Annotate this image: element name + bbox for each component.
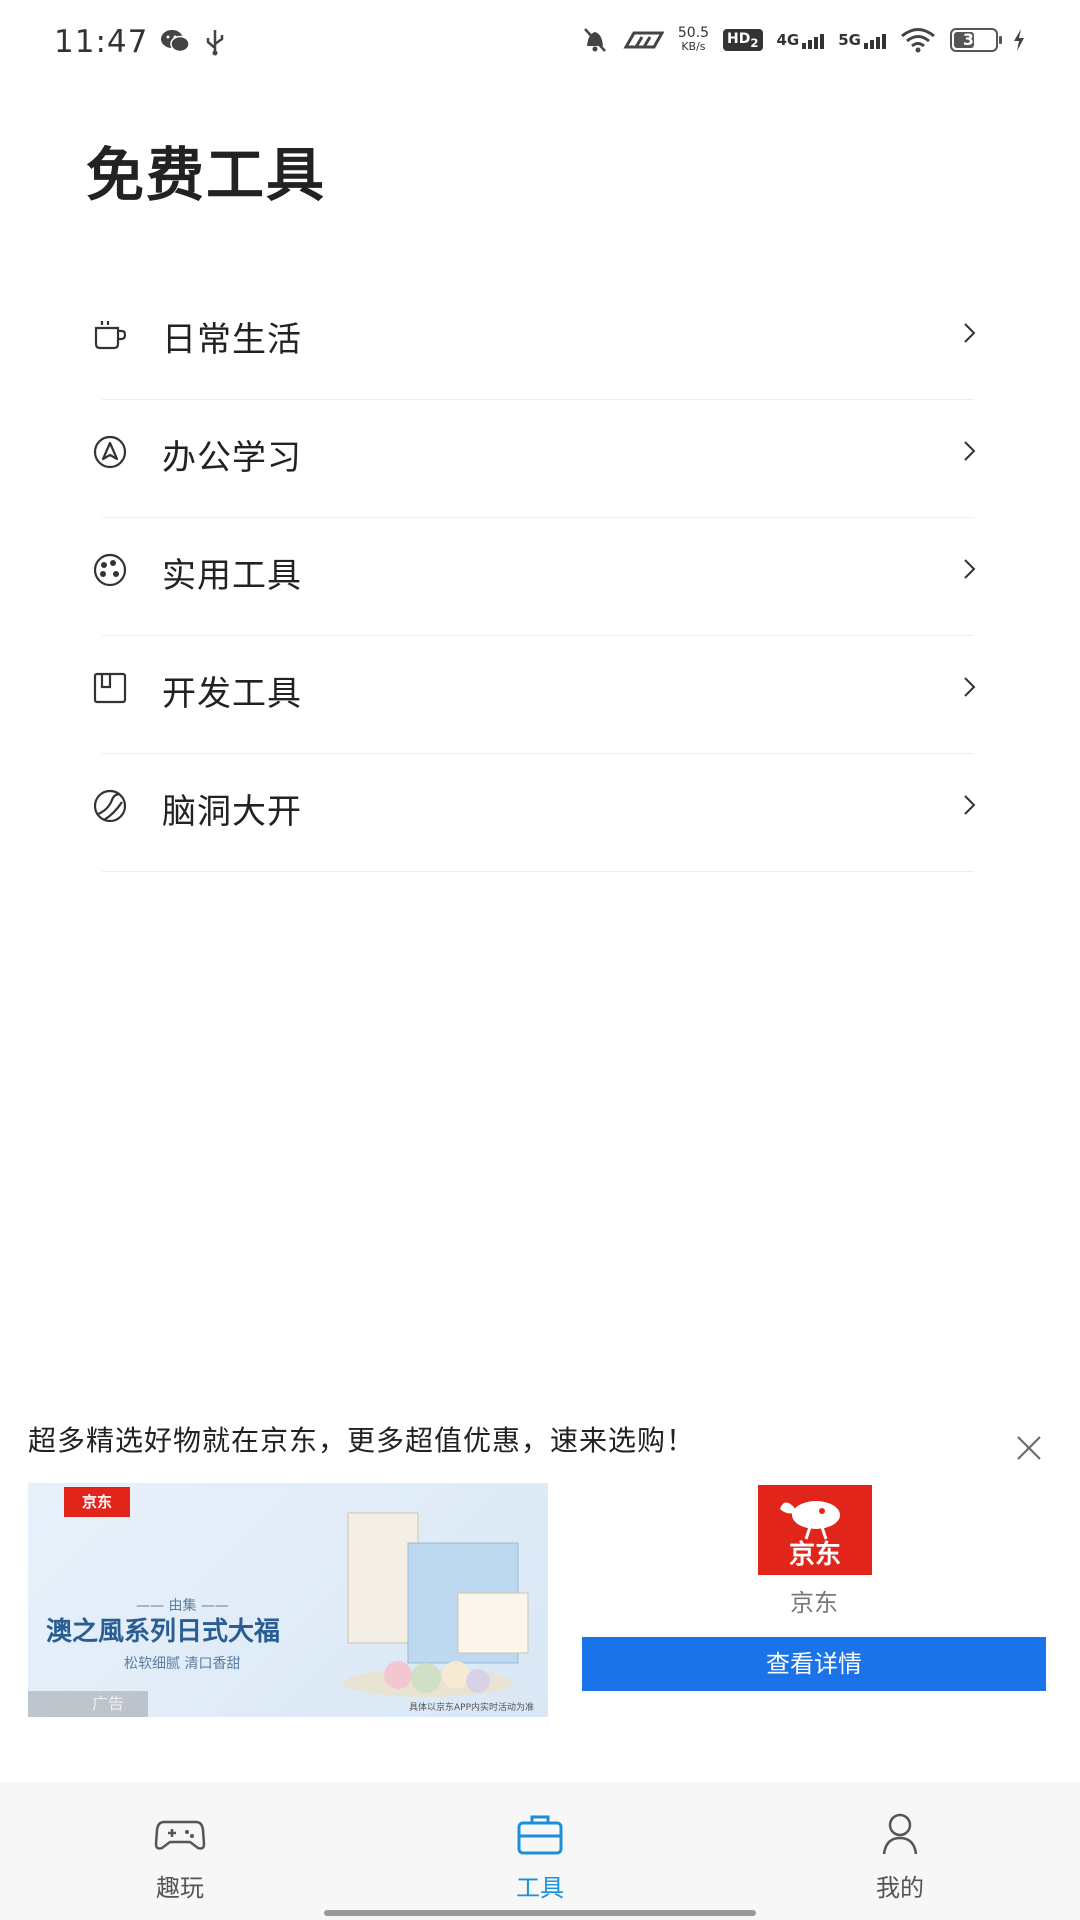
box-icon xyxy=(93,672,127,704)
status-bar: 11:47 50.5 KB/s HD2 4G 5G 31 xyxy=(0,0,1080,92)
chevron-right-icon xyxy=(964,441,976,461)
chevron-right-icon xyxy=(964,559,976,579)
chevron-right-icon xyxy=(964,677,976,697)
ad-banner[interactable]: 超多精选好物就在京东，更多超值优惠，速来选购！ 京东 —— 由集 —— 澳之風系… xyxy=(0,1405,1080,1725)
charging-icon xyxy=(1014,29,1024,51)
net-speed: 50.5 KB/s xyxy=(677,25,710,53)
status-time: 11:47 xyxy=(54,24,149,60)
menu-item-dev-tools[interactable]: 开发工具 xyxy=(86,636,984,754)
toolbox-icon xyxy=(517,1815,563,1855)
ad-image[interactable]: 京东 —— 由集 —— 澳之風系列日式大福 松软细腻 清口香甜 广告 具体以京东… xyxy=(28,1483,548,1717)
nav-label: 工具 xyxy=(516,1874,564,1902)
chevron-right-icon xyxy=(964,795,976,815)
nav-tab-tools[interactable]: 工具 xyxy=(440,1782,640,1920)
bottom-nav: 趣玩 工具 我的 xyxy=(0,1782,1080,1920)
nav-label: 我的 xyxy=(876,1874,924,1902)
wifi-icon xyxy=(901,28,935,53)
tool-category-list: 日常生活 办公学习 实用工具 开发工具 脑洞大开 xyxy=(86,282,984,872)
menu-item-label: 办公学习 xyxy=(162,438,302,478)
jd-logo: 京东 xyxy=(758,1485,872,1575)
cup-icon xyxy=(94,321,127,350)
menu-item-brainstorm[interactable]: 脑洞大开 xyxy=(86,754,984,872)
product-illustration xyxy=(343,1512,529,1697)
signal-4g: 4G xyxy=(777,31,825,49)
menu-item-daily-life[interactable]: 日常生活 xyxy=(86,282,984,400)
brand-name: 京东 xyxy=(790,1589,838,1617)
menu-item-label: 脑洞大开 xyxy=(162,792,302,832)
ad-image-headline: 澳之風系列日式大福 xyxy=(46,1617,281,1647)
chevron-right-icon xyxy=(964,323,976,343)
menu-item-office-study[interactable]: 办公学习 xyxy=(86,400,984,518)
page-title: 免费工具 xyxy=(86,141,327,209)
menu-item-label: 实用工具 xyxy=(162,556,302,596)
ball-icon xyxy=(93,789,127,823)
battery-indicator: 31 xyxy=(950,28,1002,52)
jd-tag: 京东 xyxy=(64,1487,130,1517)
hd-badge: HD2 xyxy=(723,28,763,52)
nav-tab-me[interactable]: 我的 xyxy=(800,1782,1000,1920)
navigate-circle-icon xyxy=(93,435,127,469)
signal-5g: 5G xyxy=(838,31,886,49)
nav-label: 趣玩 xyxy=(156,1874,204,1902)
menu-item-utility-tools[interactable]: 实用工具 xyxy=(86,518,984,636)
nav-tab-fun[interactable]: 趣玩 xyxy=(80,1782,280,1920)
home-indicator[interactable] xyxy=(324,1910,756,1916)
wechat-icon xyxy=(161,30,190,53)
menu-item-label: 开发工具 xyxy=(162,674,302,714)
close-icon[interactable] xyxy=(1014,1433,1044,1463)
divider xyxy=(102,871,974,872)
ad-brand-panel: 京东 京东 查看详情 xyxy=(582,1485,1046,1725)
view-details-button[interactable]: 查看详情 xyxy=(582,1637,1046,1691)
ad-disclaimer: 具体以京东APP内实时活动为准 xyxy=(408,1703,534,1713)
gamepad-icon xyxy=(154,1820,206,1850)
ad-badge: 广告 xyxy=(28,1691,148,1717)
menu-item-label: 日常生活 xyxy=(162,320,302,360)
mute-bell-icon xyxy=(583,28,606,52)
person-icon xyxy=(882,1813,918,1855)
usb-icon xyxy=(206,30,224,56)
palette-icon xyxy=(93,553,127,587)
ad-image-tagline: 松软细腻 清口香甜 xyxy=(124,1656,241,1672)
nfc-icon xyxy=(623,31,664,49)
ad-text: 超多精选好物就在京东，更多超值优惠，速来选购！ xyxy=(28,1424,696,1457)
